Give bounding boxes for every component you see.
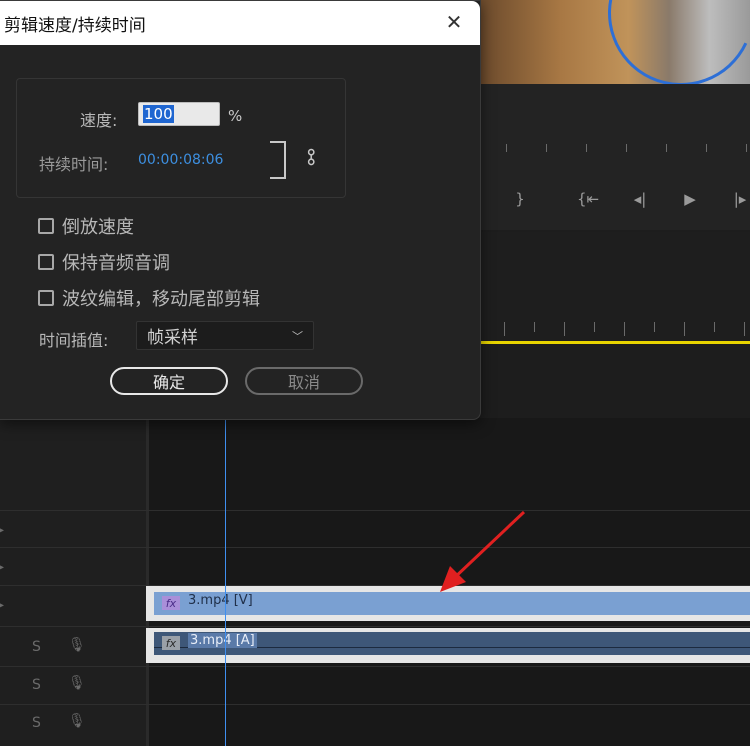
ruler-tick bbox=[714, 322, 715, 332]
ruler-tick bbox=[624, 322, 625, 336]
solo-toggle[interactable]: S bbox=[32, 677, 41, 693]
speed-duration-group bbox=[16, 78, 346, 198]
ruler-tick bbox=[746, 144, 747, 152]
cancel-button[interactable]: 取消 bbox=[245, 367, 363, 395]
ruler-tick bbox=[586, 144, 587, 152]
solo-toggle[interactable]: S bbox=[32, 715, 41, 731]
track-divider bbox=[0, 704, 750, 705]
ruler-tick bbox=[666, 144, 667, 152]
maintain-audio-pitch-checkbox[interactable]: 保持音频音调 bbox=[38, 249, 170, 275]
link-bracket bbox=[270, 141, 286, 179]
track-divider bbox=[0, 626, 750, 627]
reverse-speed-checkbox[interactable]: 倒放速度 bbox=[38, 213, 134, 239]
ruler-tick bbox=[534, 322, 535, 332]
ruler-tick bbox=[564, 322, 565, 336]
ruler-tick bbox=[684, 322, 685, 336]
video-clip[interactable]: fx 3.mp4 [V] bbox=[146, 586, 750, 621]
work-area-bar[interactable] bbox=[480, 341, 750, 344]
clip-speed-duration-dialog: 剪辑速度/持续时间 ✕ 速度: 100 % 持续时间: 00:00:08:06 … bbox=[0, 0, 481, 420]
ruler-tick bbox=[654, 322, 655, 332]
time-interpolation-select[interactable]: 帧采样 ﹀ bbox=[136, 321, 314, 350]
microphone-icon[interactable]: 🎙 bbox=[68, 637, 86, 653]
timeline-tracks[interactable] bbox=[146, 418, 750, 746]
ok-button[interactable]: 确定 bbox=[110, 367, 228, 395]
ruler-tick bbox=[744, 322, 745, 336]
checkbox-box[interactable] bbox=[38, 218, 54, 234]
sequence-time-ruler[interactable] bbox=[480, 318, 750, 342]
close-icon: ✕ bbox=[445, 10, 463, 34]
time-interpolation-value: 帧采样 bbox=[147, 328, 198, 348]
speed-input-value: 100 bbox=[143, 105, 174, 123]
go-to-in-icon[interactable]: {⇤ bbox=[572, 182, 604, 216]
play-icon[interactable]: ▶ bbox=[674, 182, 706, 216]
program-preview-frame bbox=[480, 0, 750, 84]
step-back-icon[interactable]: ◂| bbox=[624, 182, 656, 216]
chevron-down-icon: ﹀ bbox=[292, 329, 303, 343]
video-clip-label: 3.mp4 [V] bbox=[188, 593, 253, 608]
speed-label: 速度: bbox=[80, 111, 118, 130]
mark-out-icon[interactable]: } bbox=[504, 182, 536, 216]
playhead[interactable] bbox=[225, 418, 226, 746]
ruler-tick bbox=[706, 144, 707, 152]
audio-clip-label: 3.mp4 [A] bbox=[188, 633, 257, 648]
fx-badge: fx bbox=[162, 596, 180, 610]
transport-controls: } {⇤ ◂| ▶ |▸ bbox=[480, 182, 750, 216]
duration-label: 持续时间: bbox=[39, 155, 109, 174]
step-forward-icon[interactable]: |▸ bbox=[724, 182, 750, 216]
chain-link-icon[interactable]: ⚯ bbox=[299, 149, 323, 166]
microphone-icon[interactable]: 🎙 bbox=[68, 713, 86, 729]
checkbox-box[interactable] bbox=[38, 290, 54, 306]
duration-value[interactable]: 00:00:08:06 bbox=[138, 152, 223, 168]
checkbox-label: 倒放速度 bbox=[62, 217, 134, 238]
microphone-icon[interactable]: 🎙 bbox=[68, 675, 86, 691]
ruler-tick bbox=[546, 144, 547, 152]
track-toggle-icon[interactable]: ▸ bbox=[0, 522, 4, 538]
close-button[interactable]: ✕ bbox=[436, 7, 472, 37]
track-toggle-icon[interactable]: ▸ bbox=[0, 597, 4, 613]
fx-badge: fx bbox=[162, 636, 180, 650]
track-headers: ▸ ▸ ▸ S 🎙 S 🎙 S 🎙 bbox=[0, 418, 146, 746]
ruler-tick bbox=[504, 322, 505, 336]
track-divider bbox=[0, 547, 750, 548]
track-divider bbox=[0, 666, 750, 667]
time-interpolation-label: 时间插值: bbox=[39, 331, 109, 350]
checkbox-box[interactable] bbox=[38, 254, 54, 270]
ruler-tick bbox=[506, 144, 507, 152]
audio-clip[interactable]: fx 3.mp4 [A] bbox=[146, 628, 750, 663]
speed-unit: % bbox=[228, 107, 243, 125]
dialog-title: 剪辑速度/持续时间 bbox=[4, 16, 146, 36]
checkbox-label: 波纹编辑，移动尾部剪辑 bbox=[62, 289, 260, 310]
ripple-edit-checkbox[interactable]: 波纹编辑，移动尾部剪辑 bbox=[38, 285, 260, 311]
ruler-tick bbox=[626, 144, 627, 152]
checkbox-label: 保持音频音调 bbox=[62, 253, 170, 274]
program-ruler[interactable] bbox=[480, 140, 750, 154]
solo-toggle[interactable]: S bbox=[32, 639, 41, 655]
track-divider bbox=[0, 510, 750, 511]
track-toggle-icon[interactable]: ▸ bbox=[0, 559, 4, 575]
speed-input[interactable]: 100 bbox=[138, 102, 220, 126]
ruler-tick bbox=[594, 322, 595, 332]
